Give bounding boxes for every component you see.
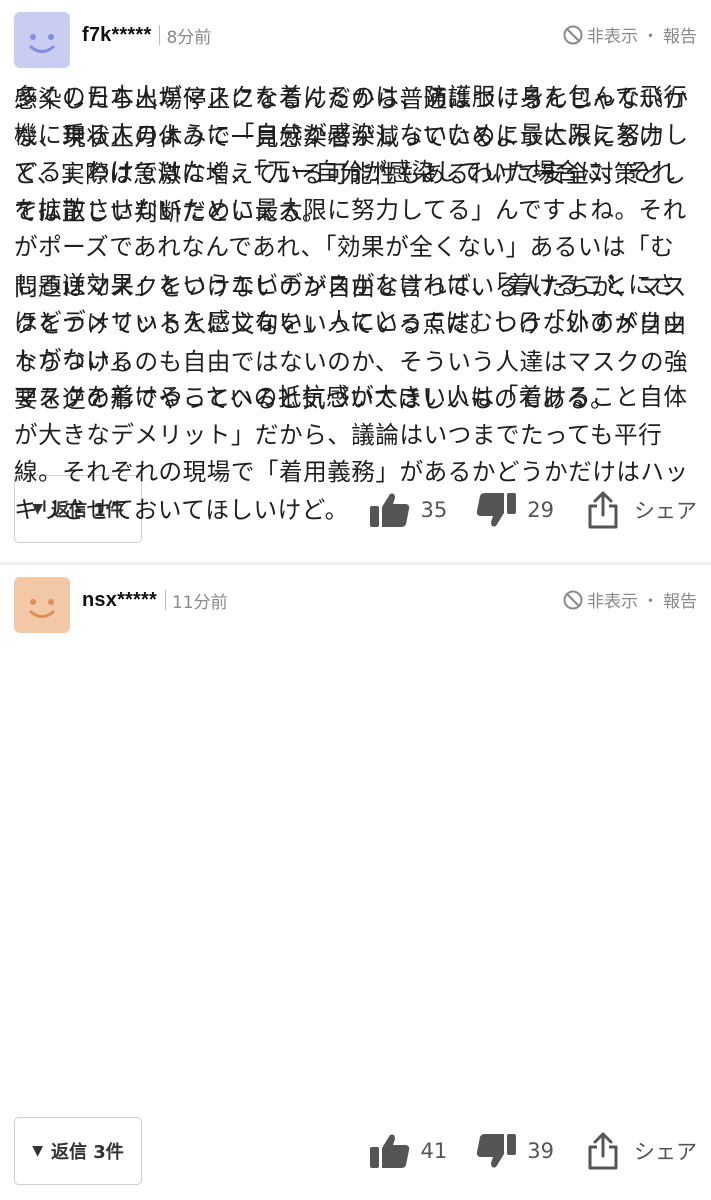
dislike-count: 39 [527, 1139, 554, 1163]
share-button[interactable]: シェア [634, 1136, 697, 1166]
smiley-avatar-icon [29, 34, 55, 53]
timestamp: 11分前 [171, 592, 228, 613]
timestamp: 8分前 [166, 27, 212, 48]
reply-count-label: 返信 3件 [50, 1142, 124, 1163]
hide-button[interactable]: 非表示 [587, 587, 638, 612]
comment-top-actions: 非表示 ・ 報告 [562, 22, 697, 47]
hide-icon [563, 590, 583, 609]
username[interactable]: f7k***** [82, 24, 151, 47]
comment-card: nsx***** 11分前 非表示 ・ 報告 多くの日本人がマスクを着けるのは、… [0, 83, 711, 1200]
comment-meta: nsx***** 11分前 [82, 585, 228, 615]
reaction-bar: 41 39 シェア [367, 1131, 697, 1171]
thumbs-up-icon[interactable] [367, 1131, 413, 1171]
triangle-down-icon: ▼ [32, 1143, 43, 1159]
meta-divider [159, 25, 161, 45]
report-button[interactable]: 報告 [663, 22, 697, 47]
comment-top-actions: 非表示 ・ 報告 [562, 587, 697, 612]
share-icon[interactable] [580, 1131, 626, 1171]
reply-toggle-button[interactable]: ▼ 返信 3件 [14, 1117, 142, 1185]
smiley-avatar-icon [29, 599, 55, 618]
avatar[interactable] [14, 577, 70, 633]
separator-dot: ・ [642, 592, 659, 612]
like-count: 41 [420, 1139, 448, 1163]
thumbs-down-icon[interactable] [473, 1131, 519, 1171]
avatar[interactable] [14, 12, 70, 68]
report-button[interactable]: 報告 [663, 587, 697, 612]
hide-icon [563, 25, 583, 44]
meta-divider [164, 590, 166, 610]
username[interactable]: nsx***** [82, 589, 157, 612]
comment-body: 多くの日本人がマスクを着けるのは、防護服に身を包んで飛行機に乗る人のように「自分… [14, 83, 689, 524]
hide-button[interactable]: 非表示 [587, 22, 638, 47]
comment-meta: f7k***** 8分前 [82, 20, 211, 50]
separator-dot: ・ [642, 27, 659, 47]
